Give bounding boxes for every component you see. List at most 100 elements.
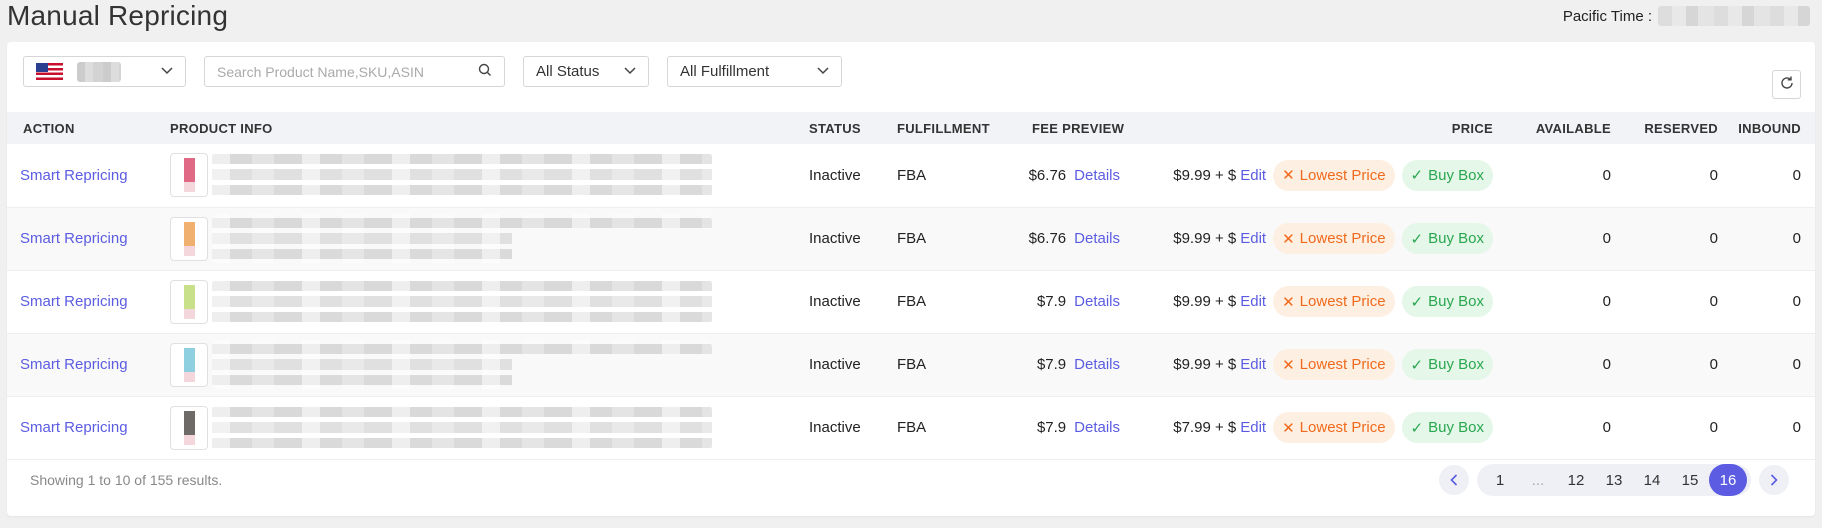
smart-repricing-link[interactable]: Smart Repricing [20,167,128,184]
fee-value: $7.9 [1036,293,1067,310]
table-row: Smart Repricing Inactive FBA $6.76 Details $9… [7,207,1815,270]
lowest-price-tag[interactable]: ✕ Lowest Price [1273,349,1395,380]
timezone-value-redacted [1658,6,1810,26]
timezone-display: Pacific Time : [1563,6,1810,26]
fee-details-link[interactable]: Details [1074,293,1120,310]
fee-preview-cell: $6.76 Details [1028,230,1120,247]
page-13-button[interactable]: 13 [1595,464,1633,496]
product-info[interactable] [170,213,809,264]
filter-bar: All Status All Fulfillment [23,56,842,87]
check-icon: ✓ [1410,230,1424,248]
edit-price-link[interactable]: Edit [1240,419,1266,436]
product-image [183,221,195,256]
fee-details-link[interactable]: Details [1074,419,1120,436]
fee-details-link[interactable]: Details [1074,167,1120,184]
fee-details-link[interactable]: Details [1074,356,1120,373]
product-info[interactable] [170,276,809,327]
lowest-price-tag[interactable]: ✕ Lowest Price [1273,159,1395,191]
us-flag-icon [36,63,63,80]
reserved-cell: 0 [1709,230,1718,247]
fee-value: $6.76 [1028,166,1067,184]
check-icon: ✓ [1410,167,1424,185]
fee-details-link[interactable]: Details [1074,230,1120,247]
buy-box-label: Buy Box [1428,419,1484,436]
inbound-cell: 0 [1792,166,1801,184]
page-12-button[interactable]: 12 [1557,464,1595,496]
reserved-cell: 0 [1709,419,1718,436]
page-14-button[interactable]: 14 [1633,464,1671,496]
table-row: Smart Repricing Inactive FBA $6.76 Details $9… [7,144,1815,207]
price-cell: $9.99 + $ Edit ✕ Lowest Price ✓ Buy Box [1167,159,1507,191]
col-inbound: INBOUND [1738,120,1801,136]
lowest-price-label: Lowest Price [1299,356,1386,373]
available-cell: 0 [1602,356,1611,373]
product-thumbnail[interactable] [170,279,208,324]
smart-repricing-link[interactable]: Smart Repricing [20,293,128,310]
price-value: $7.99 + $ [1173,419,1237,436]
price-cell: $9.99 + $ Edit ✕ Lowest Price ✓ Buy Box [1167,223,1507,254]
close-icon: ✕ [1282,419,1295,437]
product-thumbnail[interactable] [170,342,208,387]
product-details-redacted [212,276,712,327]
product-info[interactable] [170,150,809,201]
page-15-button[interactable]: 15 [1671,464,1709,496]
lowest-price-tag[interactable]: ✕ Lowest Price [1273,412,1395,443]
buy-box-tag[interactable]: ✓ Buy Box [1401,286,1493,317]
price-value: $9.99 + $ [1173,166,1237,184]
status-select[interactable]: All Status [523,56,649,87]
edit-price-link[interactable]: Edit [1240,167,1266,184]
product-info[interactable] [170,339,809,390]
search-icon[interactable] [478,63,492,81]
close-icon: ✕ [1282,293,1295,311]
search-box[interactable] [204,56,505,87]
fee-value: $6.76 [1028,230,1067,247]
next-page-button[interactable] [1759,465,1789,495]
fulfillment-cell: FBA [897,356,927,373]
col-fee-preview: FEE PREVIEW [1032,120,1125,136]
buy-box-label: Buy Box [1428,166,1484,184]
search-input[interactable] [217,63,457,80]
col-product-info: PRODUCT INFO [170,120,273,136]
edit-price-link[interactable]: Edit [1240,356,1266,373]
check-icon: ✓ [1410,293,1424,311]
table-row: Smart Repricing Inactive FBA $7.9 Details $9.… [7,333,1815,396]
buy-box-tag[interactable]: ✓ Buy Box [1401,223,1493,254]
product-details-redacted [212,339,712,390]
page-1-button[interactable]: 1 [1481,464,1519,496]
smart-repricing-link[interactable]: Smart Repricing [20,356,128,373]
page-16-button[interactable]: 16 [1709,464,1747,496]
reserved-cell: 0 [1709,166,1718,184]
close-icon: ✕ [1282,356,1295,374]
product-thumbnail[interactable] [170,405,208,450]
product-details-redacted [212,150,712,201]
fulfillment-cell: FBA [897,419,927,436]
buy-box-tag[interactable]: ✓ Buy Box [1401,412,1493,443]
product-thumbnail[interactable] [170,153,208,198]
product-info[interactable] [170,402,809,453]
available-cell: 0 [1602,419,1611,436]
edit-price-link[interactable]: Edit [1240,230,1266,247]
timezone-label: Pacific Time : [1562,7,1652,25]
product-image [183,410,195,445]
prev-page-button[interactable] [1439,465,1469,495]
close-icon: ✕ [1282,230,1295,248]
marketplace-select[interactable] [23,56,186,87]
lowest-price-tag[interactable]: ✕ Lowest Price [1273,286,1395,317]
buy-box-tag[interactable]: ✓ Buy Box [1401,349,1493,380]
lowest-price-tag[interactable]: ✕ Lowest Price [1273,223,1395,254]
fulfillment-cell: FBA [897,230,927,247]
edit-price-link[interactable]: Edit [1240,293,1266,310]
fulfillment-select[interactable]: All Fulfillment [667,56,842,87]
product-image [183,284,195,319]
inbound-cell: 0 [1792,419,1801,436]
smart-repricing-link[interactable]: Smart Repricing [20,230,128,247]
buy-box-tag[interactable]: ✓ Buy Box [1401,159,1493,191]
smart-repricing-link[interactable]: Smart Repricing [20,419,128,436]
product-thumbnail[interactable] [170,216,208,261]
available-cell: 0 [1602,230,1611,247]
table-header-row: ACTION PRODUCT INFO STATUS FULFILLMENT F… [7,112,1815,144]
refresh-button[interactable] [1772,70,1801,99]
available-cell: 0 [1602,166,1611,184]
reserved-cell: 0 [1709,356,1718,373]
status-select-value: All Status [536,63,600,80]
